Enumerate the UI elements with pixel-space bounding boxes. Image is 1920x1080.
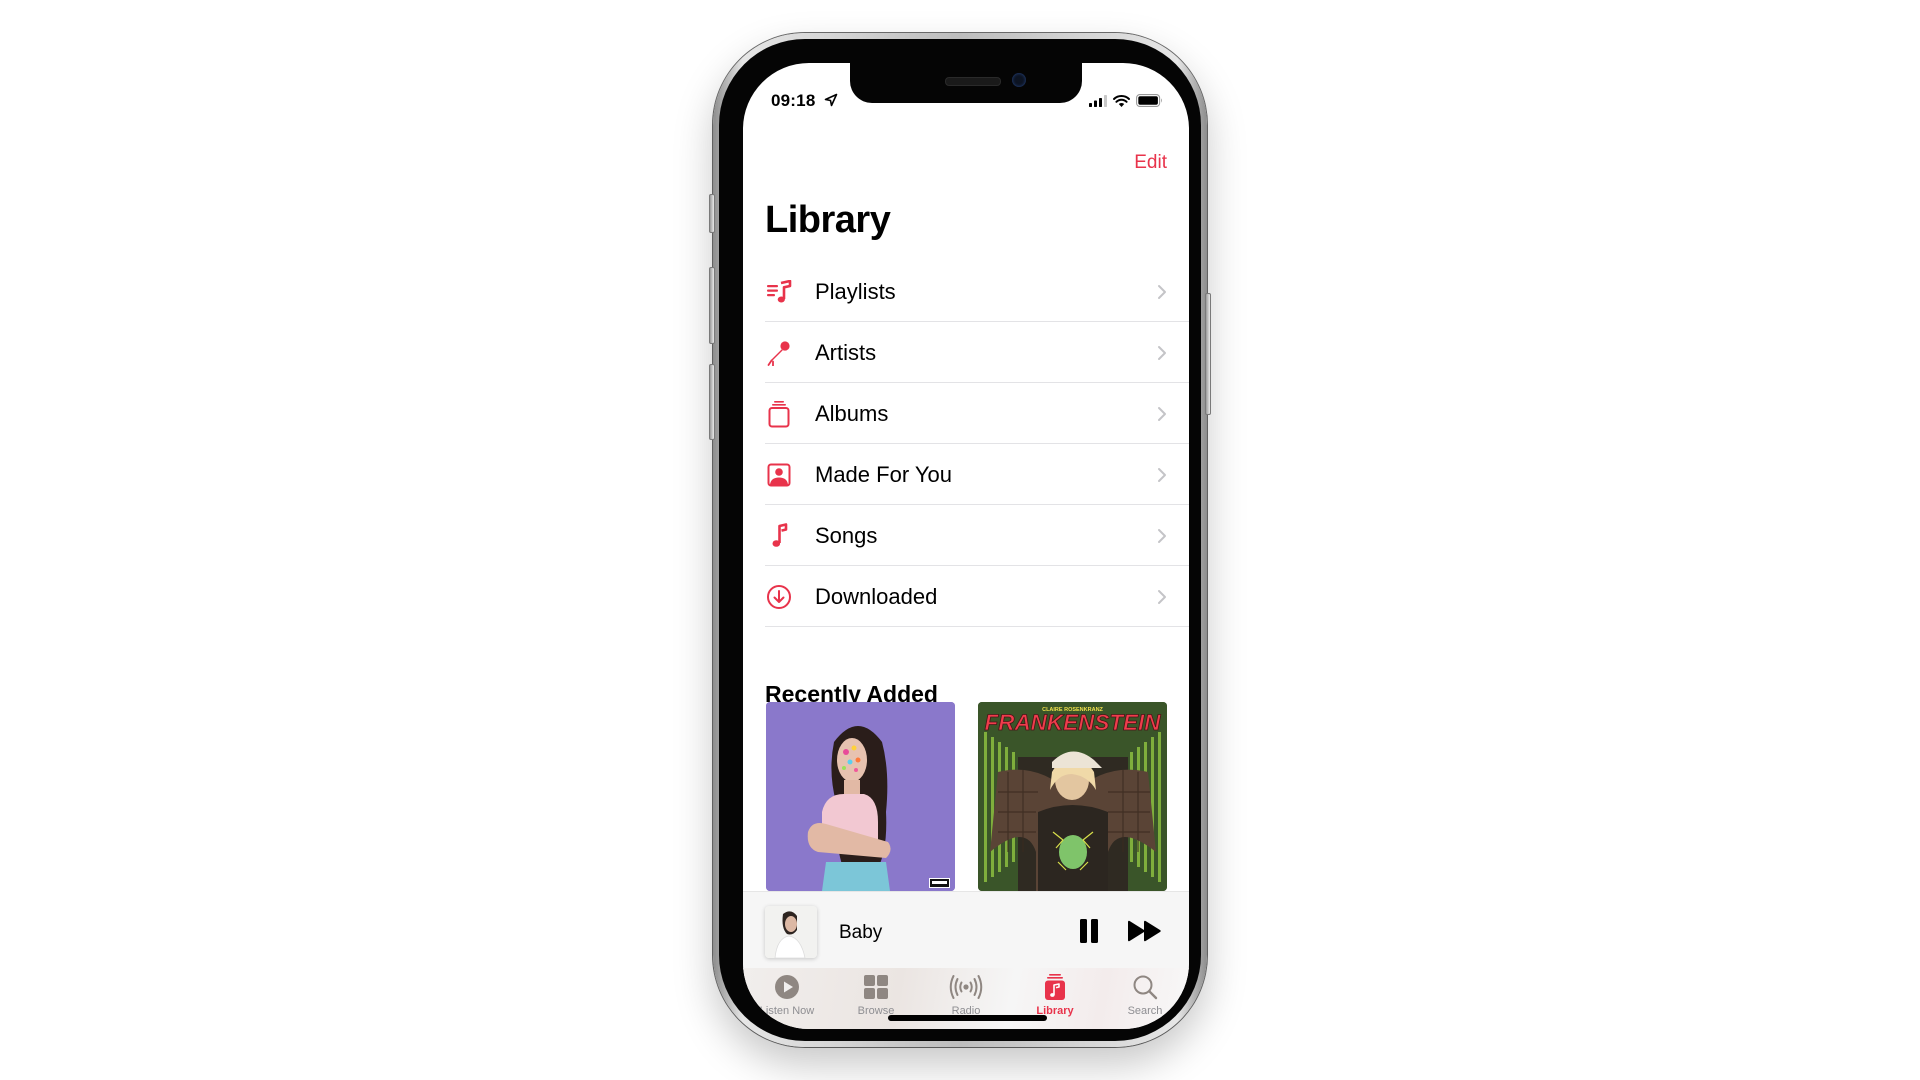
edit-button[interactable]: Edit (1134, 152, 1167, 174)
earpiece-speaker (945, 77, 1001, 86)
status-indicators (1089, 94, 1163, 107)
radio-waves-icon (949, 975, 983, 999)
microphone-icon (765, 339, 793, 367)
tab-label: Search (1127, 1005, 1163, 1017)
screen: 09:18 Edit Library Playlists Artists Alb… (743, 63, 1189, 1029)
chevron-right-icon (1158, 406, 1166, 421)
download-circle-icon (765, 583, 793, 611)
iphone-frame: 09:18 Edit Library Playlists Artists Alb… (709, 33, 1211, 1047)
chevron-right-icon (1158, 345, 1166, 360)
chevron-right-icon (1158, 528, 1166, 543)
library-icon (1045, 974, 1065, 1000)
volume-down-button (709, 364, 715, 440)
grid-icon (864, 975, 888, 999)
location-arrow-icon (824, 93, 838, 107)
list-item-label: Albums (815, 400, 889, 426)
signal-icon (1089, 94, 1107, 107)
pause-icon[interactable] (1077, 918, 1101, 944)
list-item-label: Artists (815, 339, 877, 365)
power-button (1205, 293, 1211, 415)
album-artwork-image: CLAIRE ROSENKRANZ FRANKENSTEIN (978, 702, 1167, 891)
tab-search[interactable]: Search (1101, 968, 1189, 1017)
status-time: 09:18 (771, 91, 816, 110)
tab-listen-now[interactable]: Listen Now (743, 968, 831, 1017)
now-playing-artwork[interactable] (765, 906, 817, 958)
bezel: 09:18 Edit Library Playlists Artists Alb… (719, 39, 1201, 1041)
mini-player[interactable]: Baby (743, 891, 1189, 969)
now-playing-title[interactable]: Baby (839, 922, 882, 944)
chevron-right-icon (1158, 284, 1166, 299)
music-note-icon (765, 522, 793, 550)
front-camera (1012, 73, 1026, 87)
tab-label: Listen Now (759, 1005, 815, 1017)
list-item-label: Made For You (815, 461, 952, 487)
page-title: Library (765, 199, 891, 241)
wifi-icon (1113, 94, 1130, 107)
battery-icon (1136, 94, 1162, 107)
now-playing-artwork-image (765, 906, 817, 958)
list-item-label: Songs (815, 522, 878, 548)
list-item-songs[interactable]: Songs (765, 505, 1189, 566)
volume-up-button (709, 267, 715, 344)
notch (850, 63, 1082, 103)
list-item-albums[interactable]: Albums (765, 383, 1189, 444)
mute-switch (709, 194, 715, 233)
list-item-made-for-you[interactable]: Made For You (765, 444, 1189, 505)
list-item-label: Downloaded (815, 583, 938, 609)
album-artwork-image (766, 702, 955, 891)
tab-library[interactable]: Library (1011, 968, 1099, 1017)
tab-browse[interactable]: Browse (832, 968, 920, 1017)
search-icon (1133, 975, 1158, 1000)
list-item-playlists[interactable]: Playlists (765, 261, 1189, 322)
album-cover[interactable]: CLAIRE ROSENKRANZ FRANKENSTEIN (978, 702, 1167, 891)
list-item-label: Playlists (815, 278, 896, 304)
play-circle-icon (775, 975, 799, 999)
tab-radio[interactable]: Radio (922, 968, 1010, 1017)
fast-forward-icon[interactable] (1126, 920, 1164, 942)
chevron-right-icon (1158, 467, 1166, 482)
album-cover[interactable] (766, 702, 955, 891)
home-indicator[interactable] (888, 1015, 1047, 1021)
cover-title-text: FRANKENSTEIN (985, 710, 1162, 735)
list-item-downloaded[interactable]: Downloaded (765, 566, 1189, 627)
list-item-artists[interactable]: Artists (765, 322, 1189, 383)
album-stack-icon (765, 400, 793, 428)
chevron-right-icon (1158, 589, 1166, 604)
divider (765, 626, 1189, 627)
person-square-icon (765, 461, 793, 489)
library-list: Playlists Artists Albums Made For You So… (765, 261, 1189, 627)
playlists-icon (765, 278, 793, 306)
